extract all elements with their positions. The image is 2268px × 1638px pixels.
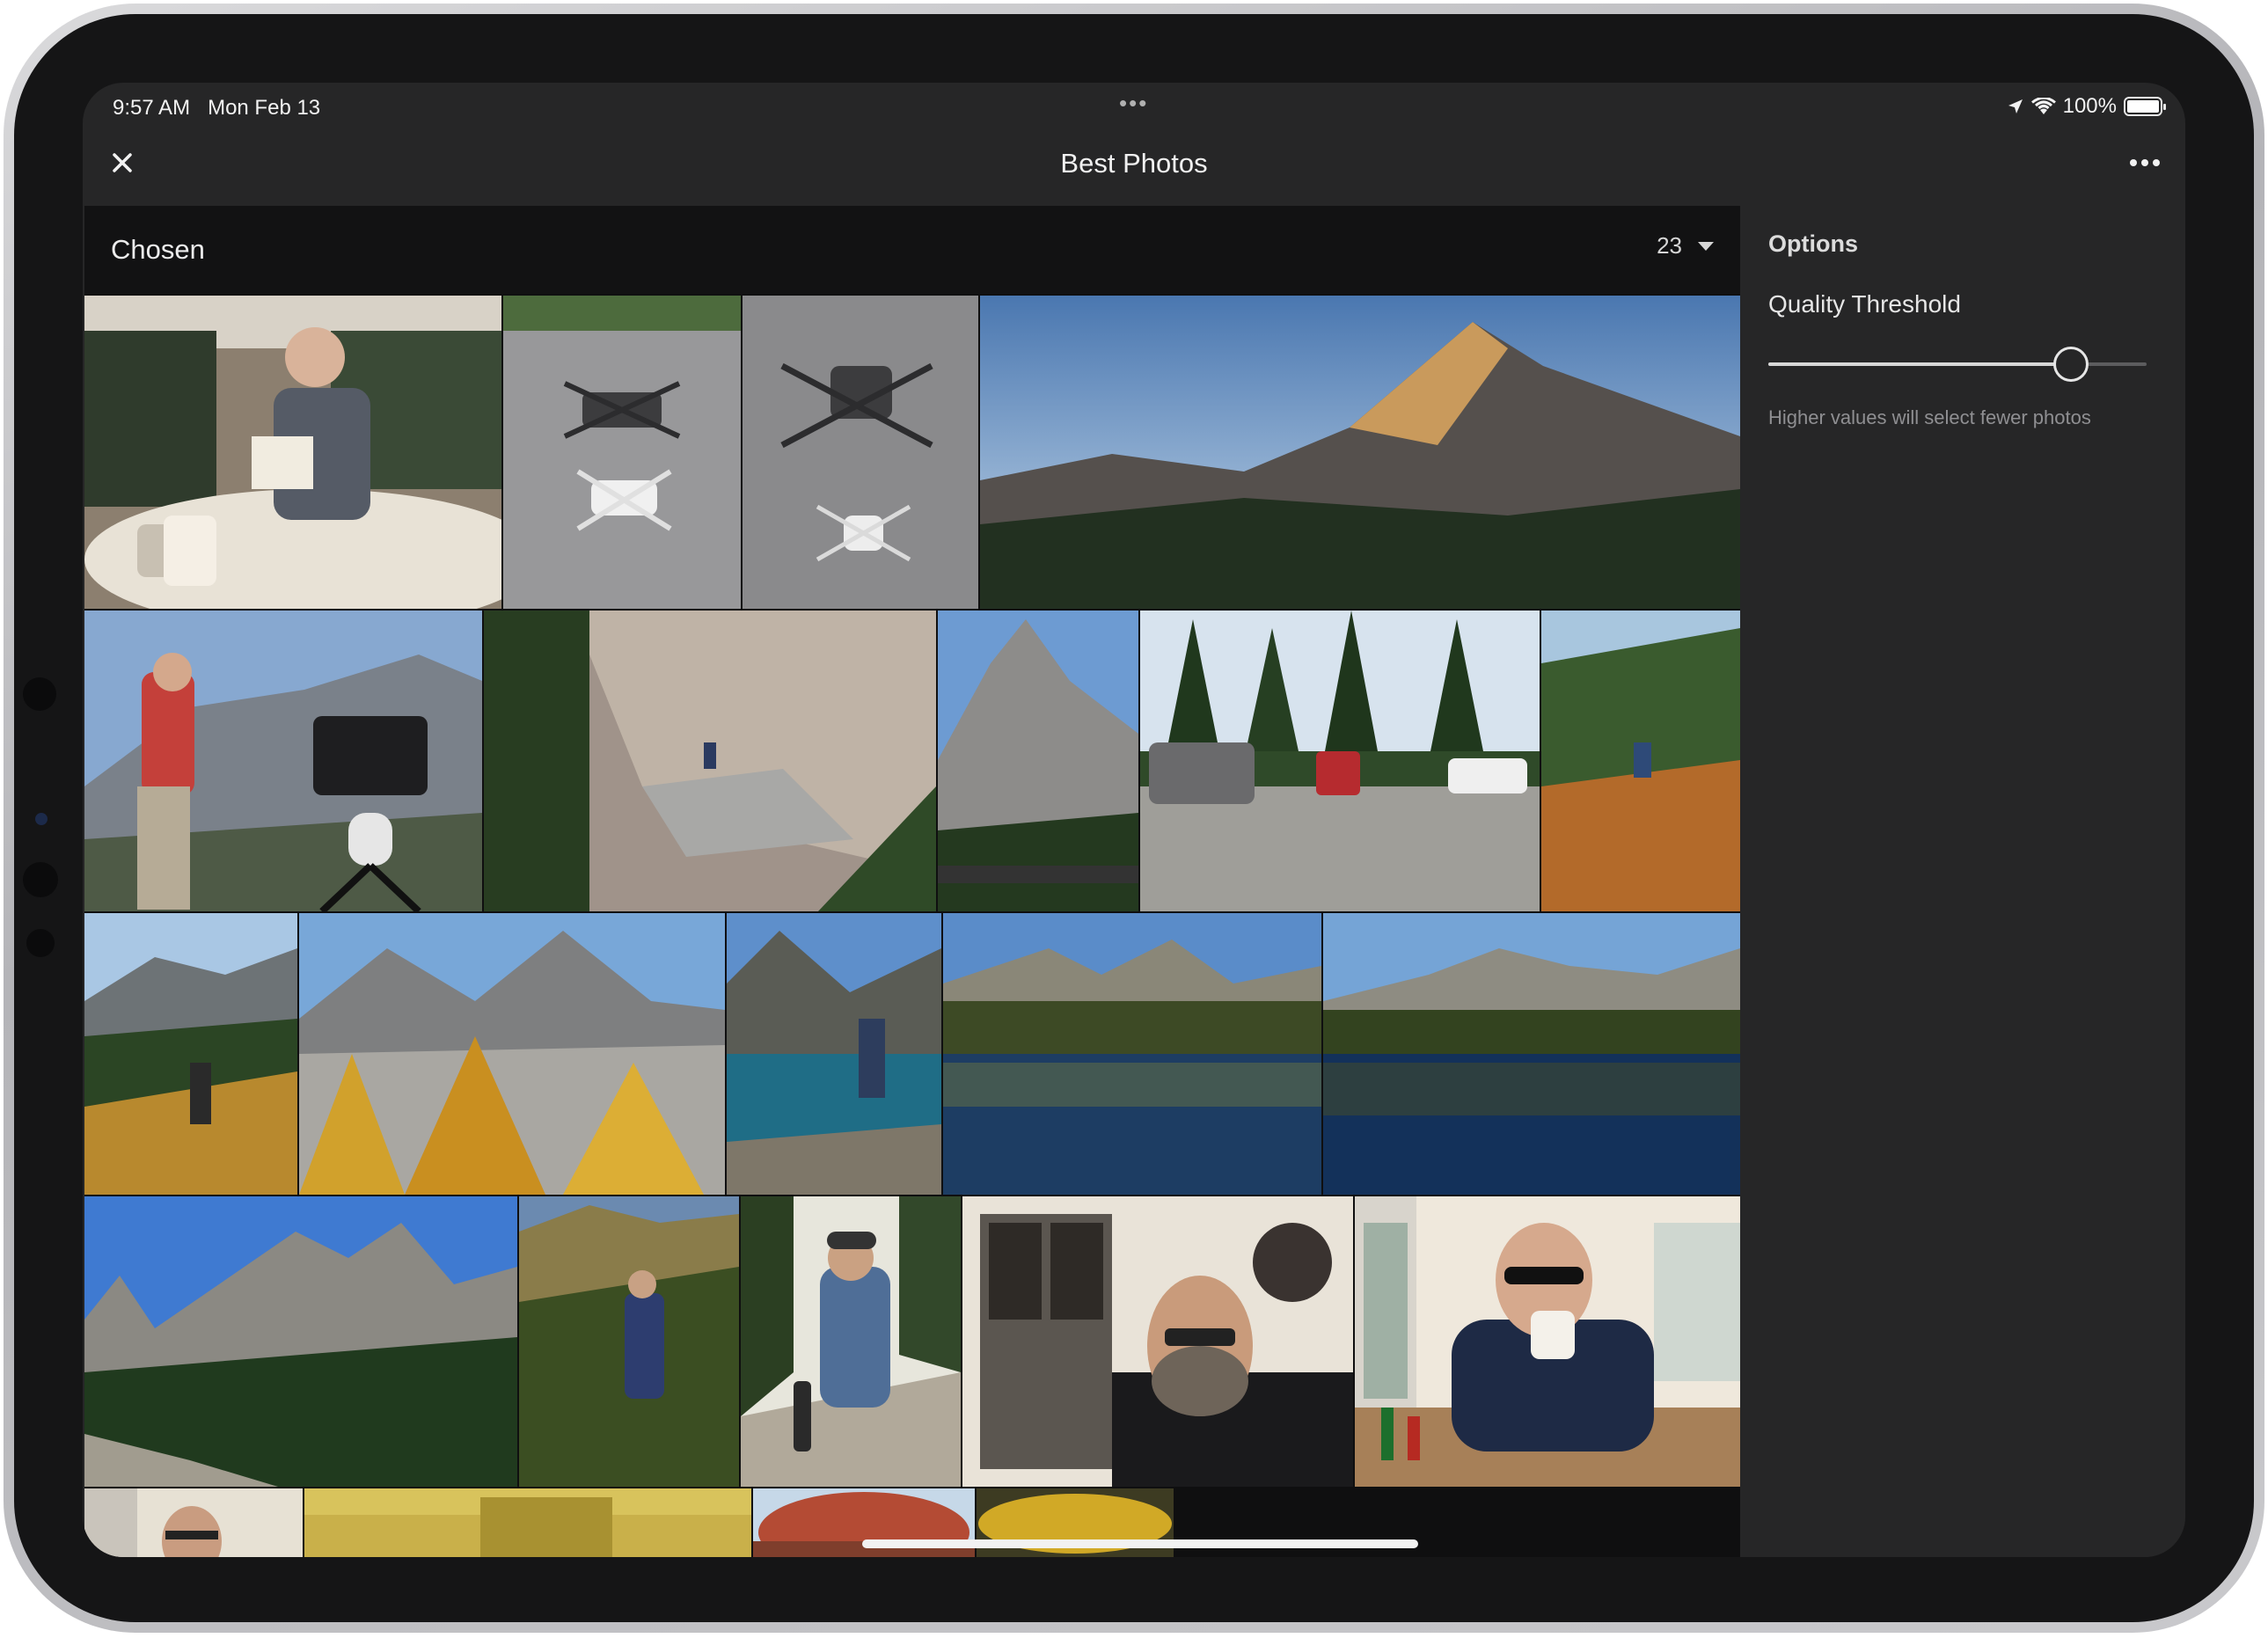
options-panel: Options Quality Threshold Higher values … bbox=[1740, 206, 2185, 1557]
side-sensor bbox=[26, 929, 55, 957]
status-time: 9:57 AM Mon Feb 13 bbox=[113, 96, 320, 121]
close-icon[interactable] bbox=[102, 143, 143, 183]
photo-thumbnail[interactable] bbox=[938, 611, 1138, 911]
status-clock: 9:57 AM bbox=[113, 96, 191, 120]
photo-thumbnail[interactable] bbox=[84, 296, 501, 609]
slider-thumb[interactable] bbox=[2053, 347, 2089, 382]
page-title: Best Photos bbox=[1060, 148, 1208, 179]
photo-thumbnail[interactable] bbox=[299, 913, 725, 1195]
photo-thumbnail[interactable] bbox=[1541, 611, 1740, 911]
location-arrow-icon bbox=[2008, 99, 2023, 113]
photo-thumbnail[interactable] bbox=[1355, 1196, 1740, 1487]
status-date: Mon Feb 13 bbox=[208, 96, 321, 120]
photo-count: 23 bbox=[1657, 232, 1682, 259]
quality-threshold-slider[interactable] bbox=[1768, 347, 2147, 382]
photo-thumbnail[interactable] bbox=[484, 611, 936, 911]
quality-threshold-label: Quality Threshold bbox=[1768, 290, 1961, 318]
filter-label[interactable]: Chosen bbox=[111, 234, 205, 266]
filter-count-dropdown[interactable]: 23 bbox=[1657, 232, 1714, 260]
photo-thumbnail[interactable] bbox=[741, 1196, 961, 1487]
photo-thumbnail[interactable] bbox=[84, 1488, 303, 1557]
photo-thumbnail[interactable] bbox=[980, 296, 1740, 609]
side-sensor bbox=[23, 862, 58, 897]
status-bar: 9:57 AM Mon Feb 13 ••• 100% bbox=[83, 83, 2185, 130]
photo-thumbnail[interactable] bbox=[1323, 913, 1740, 1195]
options-title: Options bbox=[1768, 230, 1858, 257]
chevron-down-icon bbox=[1698, 241, 1714, 251]
filter-bar[interactable]: Chosen 23 bbox=[84, 206, 1740, 294]
photo-thumbnail[interactable] bbox=[727, 913, 941, 1195]
side-sensor bbox=[23, 677, 56, 711]
navigation-bar: Best Photos bbox=[83, 130, 2185, 206]
slider-fill bbox=[1768, 362, 2071, 366]
status-indicators: 100% bbox=[2007, 94, 2166, 119]
multitasking-dots-icon[interactable]: ••• bbox=[1119, 90, 1148, 117]
photo-thumbnail[interactable] bbox=[84, 1196, 517, 1487]
photo-thumbnail[interactable] bbox=[503, 296, 741, 609]
photo-thumbnail[interactable] bbox=[943, 913, 1321, 1195]
home-indicator[interactable] bbox=[862, 1539, 1418, 1548]
photo-thumbnail[interactable] bbox=[962, 1196, 1353, 1487]
photo-thumbnail[interactable] bbox=[84, 913, 297, 1195]
photo-thumbnail[interactable] bbox=[304, 1488, 751, 1557]
photo-thumbnail[interactable] bbox=[743, 296, 978, 609]
photo-grid-panel: Chosen 23 bbox=[84, 206, 1740, 1557]
battery-percent: 100% bbox=[2062, 94, 2117, 118]
side-sensor bbox=[35, 813, 48, 825]
battery-icon bbox=[2124, 97, 2166, 116]
wifi-icon bbox=[2030, 98, 2056, 114]
more-horizontal-icon[interactable] bbox=[2127, 151, 2162, 174]
photo-thumbnail[interactable] bbox=[1140, 611, 1540, 911]
app-screen: 9:57 AM Mon Feb 13 ••• 100% Best Photos … bbox=[83, 83, 2185, 1557]
photo-thumbnail[interactable] bbox=[84, 611, 482, 911]
photo-thumbnail[interactable] bbox=[519, 1196, 739, 1487]
quality-hint-text: Higher values will select fewer photos bbox=[1768, 406, 2091, 428]
